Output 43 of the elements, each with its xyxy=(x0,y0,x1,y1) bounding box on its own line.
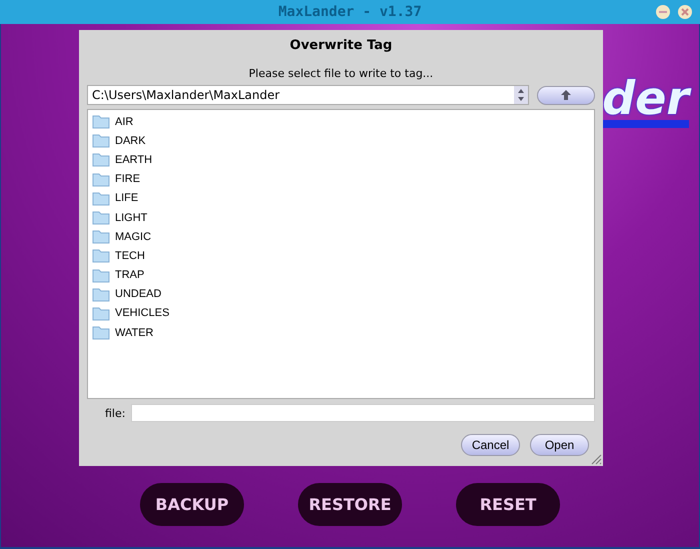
folder-item[interactable]: AIR xyxy=(92,112,590,132)
folder-item[interactable]: DARK xyxy=(92,131,590,150)
folder-item[interactable]: FIRE xyxy=(92,170,590,189)
path-dropdown[interactable]: C:\Users\Maxlander\MaxLander xyxy=(87,85,529,105)
up-arrow-icon xyxy=(561,90,571,100)
folder-item[interactable]: MAGIC xyxy=(92,227,590,246)
action-button[interactable]: BACKUP xyxy=(140,483,244,526)
folder-item[interactable]: TRAP xyxy=(92,266,590,285)
action-button[interactable]: RESTORE xyxy=(298,483,402,526)
folder-item[interactable]: LIGHT xyxy=(92,208,590,228)
action-button[interactable]: RESET xyxy=(456,483,560,526)
minus-icon xyxy=(659,11,667,13)
folder-icon xyxy=(92,172,110,187)
folder-icon xyxy=(92,133,110,148)
folder-item[interactable]: LIFE xyxy=(92,188,590,208)
folder-item[interactable]: WATER xyxy=(92,323,590,342)
folder-icon xyxy=(92,286,110,302)
folder-icon xyxy=(92,190,110,206)
folder-item[interactable]: TECH xyxy=(92,246,590,266)
folder-icon xyxy=(92,114,110,130)
up-folder-button[interactable] xyxy=(537,86,595,104)
folder-icon xyxy=(92,210,110,226)
folder-icon xyxy=(92,152,110,168)
resize-grip-icon[interactable] xyxy=(590,453,602,465)
folder-item[interactable]: VEHICLES xyxy=(92,304,590,324)
close-button[interactable] xyxy=(678,5,692,19)
folder-icon xyxy=(92,229,110,244)
folder-icon xyxy=(92,248,110,264)
dialog-title: Overwrite Tag xyxy=(288,38,394,53)
file-input[interactable] xyxy=(131,404,595,422)
cancel-button[interactable]: Cancel xyxy=(461,434,520,456)
minimize-button[interactable] xyxy=(656,5,670,19)
folder-icon xyxy=(92,268,110,283)
window-title: MaxLander - v1.37 xyxy=(278,4,422,20)
open-button[interactable]: Open xyxy=(530,434,589,456)
folder-icon xyxy=(92,325,110,340)
dialog-prompt: Please select file to write to tag... xyxy=(248,67,434,80)
close-icon xyxy=(681,8,689,16)
file-label: file: xyxy=(105,406,126,420)
spinner-icon xyxy=(514,86,528,104)
folder-icon xyxy=(92,306,110,321)
folder-item[interactable]: EARTH xyxy=(92,150,590,170)
folder-item[interactable]: UNDEAD xyxy=(92,284,590,304)
